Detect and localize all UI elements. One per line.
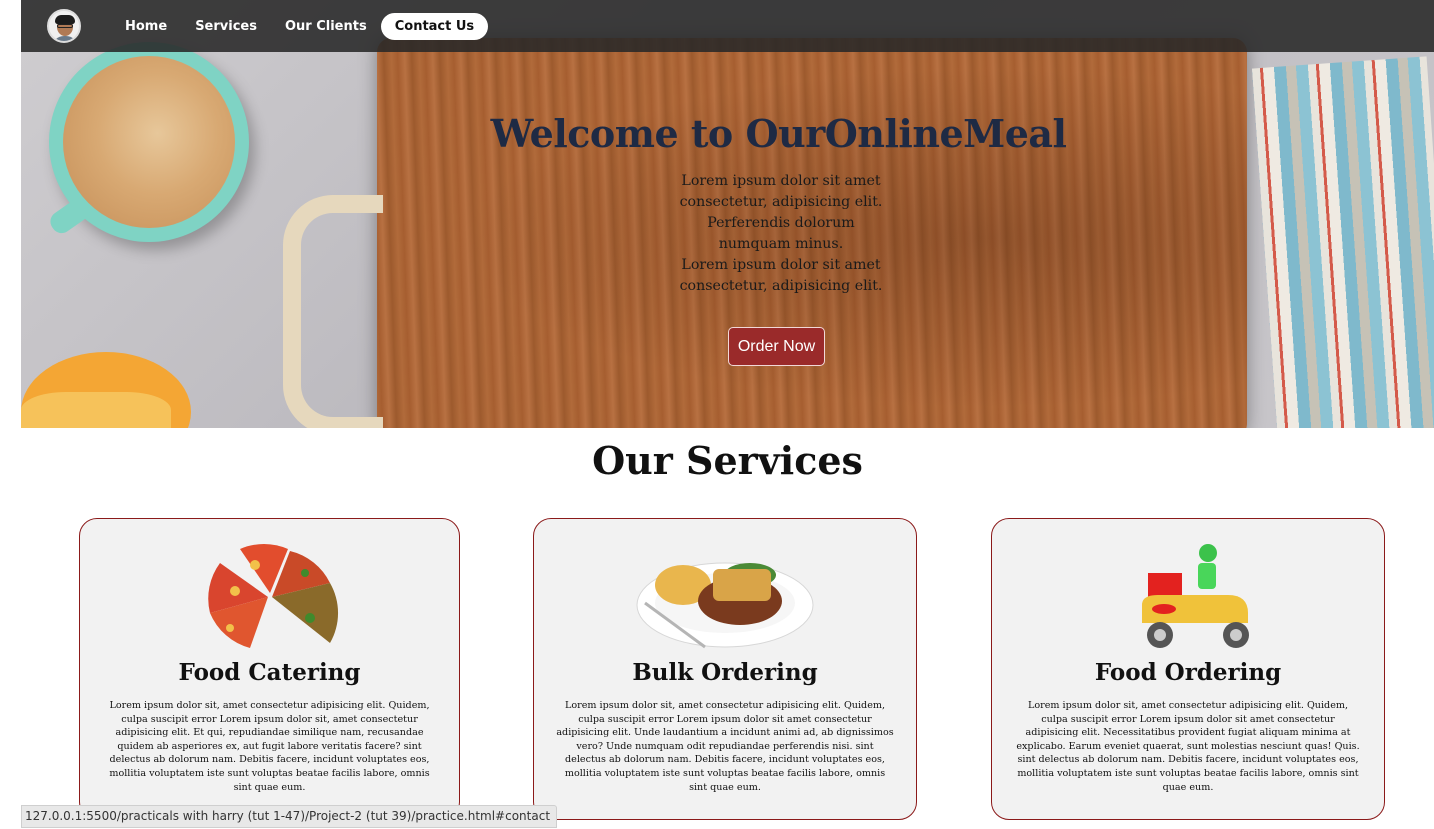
card-title: Food Catering	[178, 659, 361, 686]
card-text: Lorem ipsum dolor sit, amet consectetur …	[556, 700, 894, 793]
card-title: Food Ordering	[1094, 659, 1282, 686]
hero-title: Welcome to OurOnlineMeal	[490, 111, 1067, 156]
nav-home[interactable]: Home	[111, 13, 181, 40]
nav-our-clients[interactable]: Our Clients	[271, 13, 381, 40]
nav-contact-us[interactable]: Contact Us	[380, 13, 489, 40]
navbar: Home Services Our Clients Contact Us	[21, 0, 1434, 52]
nav-links: Home Services Our Clients Contact Us	[111, 13, 489, 40]
service-card-bulk-ordering: Bulk Ordering Lorem ipsum dolor sit, ame…	[533, 518, 917, 820]
delivery-scooter-image	[1142, 544, 1249, 648]
service-card-food-catering: Food Catering Lorem ipsum dolor sit, ame…	[79, 518, 460, 820]
card-title: Bulk Ordering	[632, 659, 818, 686]
pizza-slices-image	[207, 543, 338, 648]
rope-handle-image	[283, 195, 383, 428]
hero-text-1: Lorem ipsum dolor sit amet consectetur, …	[679, 173, 883, 252]
nav-services[interactable]: Services	[181, 13, 271, 40]
meal-plate-image	[636, 562, 814, 649]
striped-towel-image	[1251, 56, 1434, 428]
service-card-food-ordering: Food Ordering Lorem ipsum dolor sit, ame…	[991, 518, 1385, 820]
hero-text-2: Lorem ipsum dolor sit amet consectetur, …	[679, 257, 883, 294]
hero-description: Lorem ipsum dolor sit amet consectetur, …	[672, 171, 890, 297]
card-text: Lorem ipsum dolor sit, amet consectetur …	[109, 700, 430, 793]
status-bar-url: 127.0.0.1:5500/practicals with harry (tu…	[21, 805, 558, 828]
services-title: Our Services	[592, 438, 863, 483]
hero-section: Welcome to OurOnlineMeal Lorem ipsum dol…	[21, 0, 1434, 428]
page: Welcome to OurOnlineMeal Lorem ipsum dol…	[21, 0, 1434, 829]
card-text: Lorem ipsum dolor sit, amet consectetur …	[1016, 700, 1360, 793]
order-now-button[interactable]: Order Now	[728, 327, 825, 366]
avatar[interactable]	[47, 9, 81, 43]
